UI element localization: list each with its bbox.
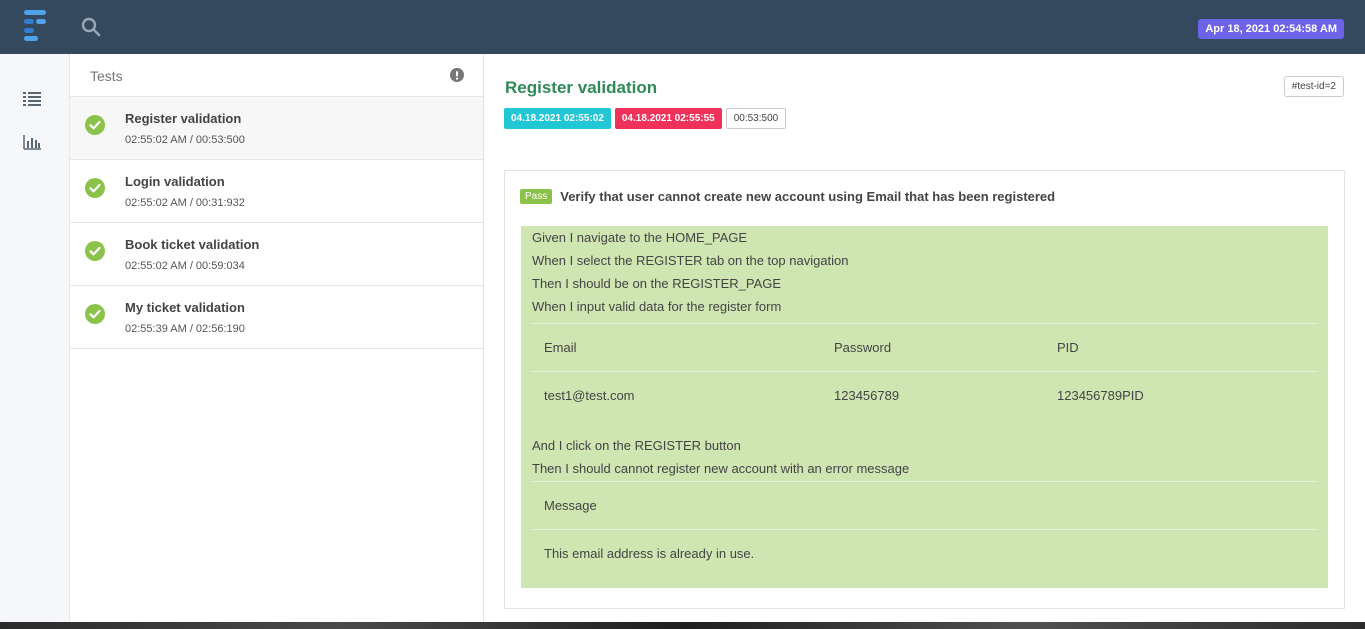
step-text: Then I should be on the REGISTER_PAGE [532,276,782,291]
table-cell: This email address is already in use. [532,528,1317,577]
step-text: And I click on the REGISTER button [532,437,741,453]
test-time: 02:55:39 AM / 02:56:190 [125,323,245,335]
duration-badge: 00:53:500 [725,108,787,129]
test-list-item[interactable]: Login validation 02:55:02 AM / 00:31:932 [70,160,483,223]
table-header-row: Email Password PID [532,323,1317,372]
test-detail-panel: Register validation #test-id=2 04.18.202… [484,54,1365,622]
search-icon[interactable] [80,16,102,38]
table-header-cell: Email [532,323,822,372]
table-row: This email address is already in use. [532,528,1317,577]
check-circle-icon [85,115,105,135]
scenario-card: Pass Verify that user cannot create new … [504,170,1345,609]
test-list-item[interactable]: My ticket validation 02:55:39 AM / 02:56… [70,286,483,349]
test-name: My ticket validation [125,300,245,315]
left-nav [0,54,70,622]
check-circle-icon [85,304,105,324]
test-time: 02:55:02 AM / 00:31:932 [125,197,245,209]
start-time-badge: 04.18.2021 02:55:02 [504,108,611,129]
step-text: When I input valid data for the register… [532,299,782,314]
table-cell: 123456789PID [1045,371,1317,420]
table-header-cell: Message [532,480,1317,529]
exclamation-circle-icon[interactable] [450,68,464,82]
status-badge: Pass [520,189,553,204]
test-name: Book ticket validation [125,237,260,252]
check-circle-icon [85,241,105,261]
step-text: Given I navigate to the HOME_PAGE [532,230,748,245]
test-detail-title: Register validation [505,78,658,97]
test-name: Register validation [125,111,242,126]
scenario-name: Verify that user cannot create new accou… [560,189,1056,204]
test-time: 02:55:02 AM / 00:59:034 [125,260,245,272]
test-timing-badges: 04.18.2021 02:55:02 04.18.2021 02:55:55 … [504,108,787,129]
scenario-header[interactable]: Pass Verify that user cannot create new … [520,189,1055,204]
table-cell: test1@test.com [532,371,822,420]
test-list-panel: Tests Register validation 02:55:02 AM / … [70,54,484,622]
test-id-badge: #test-id=2 [1283,76,1344,97]
table-header-row: Message [532,480,1317,529]
register-data-table: Email Password PID test1@test.com 123456… [532,323,1317,420]
test-list-header: Tests [70,54,483,97]
test-list-item[interactable]: Register validation 02:55:02 AM / 00:53:… [70,97,483,160]
list-view-icon[interactable] [22,89,42,107]
end-time-badge: 04.18.2021 02:55:55 [614,108,722,129]
check-circle-icon [85,178,105,198]
table-row: test1@test.com 123456789 123456789PID [532,371,1317,420]
test-list-item[interactable]: Book ticket validation 02:55:02 AM / 00:… [70,223,483,286]
test-time: 02:55:02 AM / 00:53:500 [125,134,245,146]
report-timestamp: Apr 18, 2021 02:54:58 AM [1198,19,1344,39]
app-logo-icon[interactable] [22,9,50,43]
table-cell: 123456789 [822,371,1045,420]
scenario-steps: Given I navigate to the HOME_PAGE When I… [521,226,1328,588]
top-bar: Apr 18, 2021 02:54:58 AM [0,0,1365,54]
step-text: Then I should cannot register new accoun… [532,460,910,476]
table-header-cell: Password [822,323,1045,372]
taskbar-strip [0,622,1365,629]
step-text: When I select the REGISTER tab on the to… [532,253,849,268]
dashboard-chart-icon[interactable] [22,133,42,151]
test-name: Login validation [125,174,225,189]
message-data-table: Message This email address is already in… [532,480,1317,577]
table-header-cell: PID [1045,323,1317,372]
test-list-title: Tests [90,68,123,84]
